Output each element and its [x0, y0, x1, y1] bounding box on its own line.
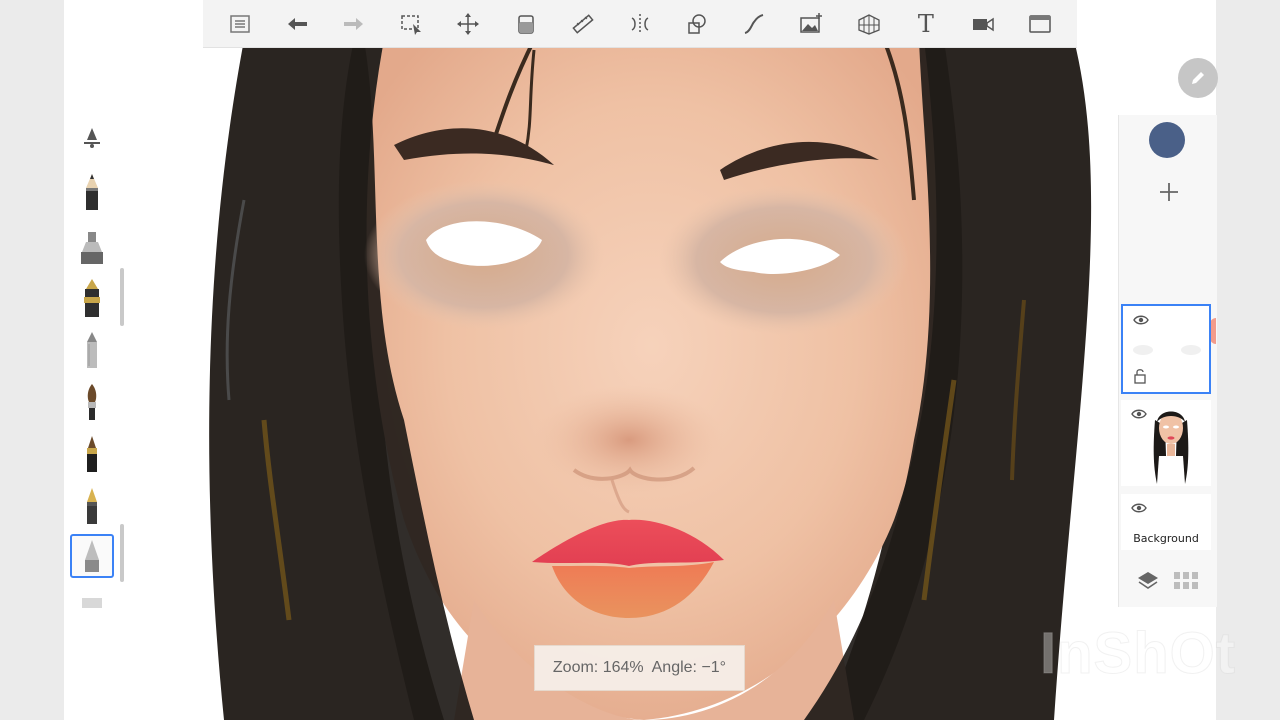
plus-icon[interactable]	[1157, 180, 1181, 204]
layer-portrait[interactable]	[1121, 400, 1211, 486]
pencil-brush[interactable]	[70, 170, 114, 214]
video-icon[interactable]	[965, 6, 1001, 42]
next-brush-peek[interactable]	[82, 598, 102, 608]
drawing-canvas[interactable]	[64, 0, 1216, 720]
marker-brush[interactable]	[70, 226, 114, 270]
layer-eyes[interactable]	[1121, 304, 1211, 394]
inshot-watermark: InShOt	[1040, 621, 1237, 687]
brush-scrollbar-lower[interactable]	[120, 524, 124, 582]
ink-pen-brush[interactable]	[70, 276, 114, 320]
curve-icon[interactable]	[736, 6, 772, 42]
fountain-pen-brush[interactable]	[70, 484, 114, 528]
top-toolbar: T	[203, 0, 1077, 48]
soft-eraser-brush[interactable]	[70, 534, 114, 578]
fine-ink-brush[interactable]	[70, 432, 114, 476]
brush-scrollbar[interactable]	[120, 268, 124, 326]
edit-pen-button[interactable]	[1178, 58, 1218, 98]
airbrush-brush[interactable]	[70, 116, 114, 160]
eyes-thumbnail	[1133, 345, 1201, 355]
fill-bucket-icon[interactable]	[508, 6, 544, 42]
layer-label: Background	[1133, 532, 1199, 545]
layers-list-icon[interactable]	[222, 6, 258, 42]
left-letterbox	[0, 0, 64, 720]
text-icon[interactable]: T	[908, 6, 944, 42]
paint-brush[interactable]	[70, 380, 114, 424]
pencil-icon	[1192, 72, 1204, 84]
eye-icon[interactable]	[1131, 502, 1147, 514]
symmetry-icon[interactable]	[622, 6, 658, 42]
ballpoint-brush[interactable]	[70, 328, 114, 372]
layer-background[interactable]: Background	[1121, 494, 1211, 550]
right-letterbox	[1216, 0, 1280, 720]
eye-icon[interactable]	[1131, 408, 1147, 420]
layers-icon[interactable]	[1137, 570, 1159, 592]
grid-icon[interactable]	[1174, 572, 1198, 590]
lock-icon[interactable]	[1133, 368, 1147, 384]
fullscreen-icon[interactable]	[1022, 6, 1058, 42]
current-color-swatch[interactable]	[1149, 122, 1185, 158]
shapes-icon[interactable]	[679, 6, 715, 42]
undo-icon[interactable]	[279, 6, 315, 42]
portrait-thumbnail	[1153, 411, 1189, 484]
ruler-icon[interactable]	[565, 6, 601, 42]
transform-icon[interactable]	[450, 6, 486, 42]
zoom-angle-indicator: Zoom: 164% Angle: −1°	[534, 645, 745, 691]
portrait-artwork	[209, 39, 1092, 720]
eye-icon[interactable]	[1133, 314, 1149, 326]
add-image-icon[interactable]	[793, 6, 829, 42]
perspective-grid-icon[interactable]	[851, 6, 887, 42]
selection-icon[interactable]	[393, 6, 429, 42]
redo-icon[interactable]	[336, 6, 372, 42]
